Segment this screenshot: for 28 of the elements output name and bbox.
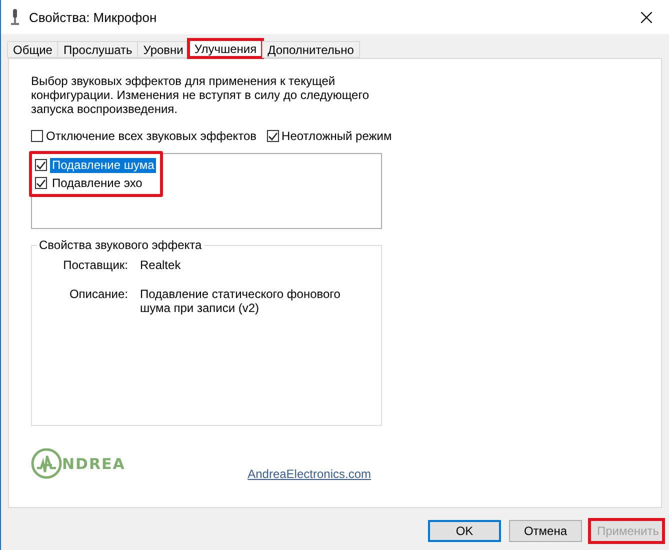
- list-item[interactable]: Подавление шума: [50, 158, 156, 172]
- checkbox[interactable]: [35, 159, 47, 171]
- property-value: Realtek: [140, 258, 182, 272]
- checkbox[interactable]: [31, 130, 43, 142]
- property-label: Описание:: [68, 287, 128, 303]
- close-icon: [640, 12, 652, 22]
- checkbox-label: Отключение всех звуковых эффектов: [46, 129, 257, 143]
- dialog-button[interactable]: OK: [428, 520, 501, 542]
- tab[interactable]: Дополнительно: [262, 41, 360, 58]
- checkbox[interactable]: [266, 130, 279, 142]
- tab[interactable]: Прослушать: [57, 41, 138, 58]
- tab[interactable]: Уровни: [137, 41, 190, 58]
- checkbox[interactable]: [35, 177, 47, 189]
- list-item[interactable]: Подавление эхо: [50, 176, 144, 190]
- group-title: Свойства звукового эффекта: [38, 238, 203, 252]
- property-label: Поставщик:: [62, 258, 128, 272]
- property-value: Подавление статического фонового шума при записи (v2): [140, 287, 342, 315]
- logo-text: NDREA: [62, 454, 126, 472]
- microphone-icon: [11, 9, 19, 25]
- tab[interactable]: Общие: [7, 41, 58, 58]
- logo-icon: [31, 448, 62, 479]
- description-text: Выбор звуковых эффектов для применения к текущей конфигурации. Изменения не вступят в силу до следующего запуска воспроизведения.: [31, 74, 370, 116]
- website-link[interactable]: AndreaElectronics.com: [248, 467, 371, 481]
- dialog-button[interactable]: Отмена: [509, 520, 582, 542]
- window-title: Свойства: Микрофон: [29, 10, 158, 24]
- checkmark-icon: [268, 132, 278, 140]
- checkbox-label: Неотложный режим: [282, 129, 392, 143]
- tab[interactable]: Улучшения: [188, 39, 263, 58]
